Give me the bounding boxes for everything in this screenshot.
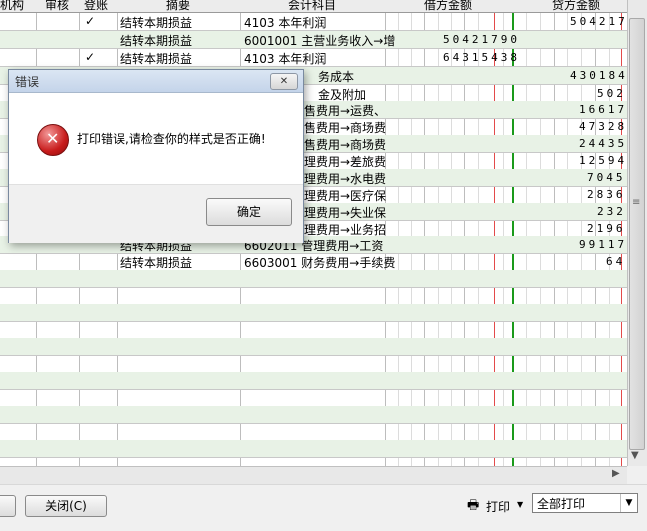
- summary-cell: 结转本期损益: [120, 256, 193, 270]
- empty-row[interactable]: [0, 287, 627, 305]
- header-posted[interactable]: 登账: [84, 0, 108, 13]
- account-cell: 理费用→失业保: [304, 206, 387, 220]
- account-cell: 务成本: [318, 70, 355, 84]
- empty-row[interactable]: [0, 270, 627, 288]
- credit-cell: 12594: [579, 154, 628, 167]
- horizontal-scrollbar[interactable]: [0, 466, 627, 484]
- debit-cell: 64315438: [443, 51, 520, 64]
- debit-cell: 50421790: [443, 33, 520, 46]
- chevron-down-icon[interactable]: ▼: [620, 494, 637, 512]
- account-cell: 4103 本年利润: [244, 52, 327, 66]
- credit-cell: 504217: [570, 15, 628, 28]
- summary-cell: 结转本期损益: [120, 52, 193, 66]
- credit-cell: 502: [597, 87, 626, 100]
- table-row[interactable]: ✓ 结转本期损益 4103 本年利润 64315438: [0, 49, 627, 67]
- credit-cell: 2196: [587, 222, 626, 235]
- print-label: 打印: [486, 500, 511, 514]
- dialog-title: 错误: [15, 75, 40, 89]
- table-row[interactable]: 结转本期损益 6001001 主营业务收入→增 50421790: [0, 31, 627, 49]
- account-cell: 4103 本年利润: [244, 16, 327, 30]
- error-icon: [37, 124, 69, 156]
- account-cell: 理费用→差旅费: [304, 155, 387, 169]
- table-row[interactable]: 结转本期损益 6603001 财务费用→手续费 64: [0, 253, 627, 271]
- print-button[interactable]: 🖶 打印 ▼: [467, 496, 527, 516]
- account-cell: 售费用→运费、: [304, 104, 387, 118]
- account-cell: 理费用→水电费: [304, 172, 387, 186]
- credit-cell: 7045: [587, 171, 626, 184]
- account-cell: 6603001 财务费用→手续费: [244, 256, 396, 270]
- summary-cell: 结转本期损益: [120, 34, 193, 48]
- empty-row[interactable]: [0, 304, 627, 322]
- chevron-down-icon: ▼: [517, 500, 524, 509]
- posted-check: ✓: [85, 50, 96, 64]
- empty-row[interactable]: [0, 338, 627, 356]
- scroll-down-icon[interactable]: ▼: [631, 450, 639, 461]
- header-credit[interactable]: 贷方金额: [552, 0, 600, 13]
- header-debit[interactable]: 借方金额: [424, 0, 472, 13]
- grid-header: 机构 审核 登账 摘要 会计科目 借方金额 贷方金额: [0, 0, 627, 13]
- credit-cell: 24435: [579, 137, 628, 150]
- empty-row[interactable]: [0, 355, 627, 373]
- credit-cell: 64: [606, 255, 626, 268]
- header-account[interactable]: 会计科目: [288, 0, 336, 13]
- dialog-titlebar[interactable]: 错误 ✕: [9, 70, 303, 93]
- empty-row[interactable]: [0, 389, 627, 407]
- partial-button[interactable]: [0, 495, 16, 517]
- vertical-scroll-thumb[interactable]: [629, 18, 645, 450]
- print-scope-value: 全部打印: [537, 497, 586, 511]
- account-cell: 售费用→商场费: [304, 138, 387, 152]
- header-org[interactable]: 机构: [0, 0, 24, 13]
- header-summary[interactable]: 摘要: [166, 0, 190, 13]
- credit-cell: 232: [597, 205, 626, 218]
- empty-row[interactable]: [0, 440, 627, 458]
- scroll-right-icon[interactable]: ▶: [612, 468, 620, 479]
- empty-row[interactable]: [0, 372, 627, 390]
- credit-cell: 47328: [579, 120, 628, 133]
- summary-cell: 结转本期损益: [120, 16, 193, 30]
- credit-cell: 430184: [570, 69, 628, 82]
- close-button[interactable]: 关闭(C): [25, 495, 107, 517]
- account-cell: 售费用→商场费: [304, 121, 387, 135]
- credit-cell: 16617: [579, 103, 628, 116]
- header-audit[interactable]: 审核: [45, 0, 69, 13]
- error-dialog: 错误 ✕ 打印错误,请检查你的样式是否正确! 确定: [8, 69, 304, 243]
- account-cell: 理费用→医疗保: [304, 189, 387, 203]
- ok-button[interactable]: 确定: [206, 198, 292, 226]
- empty-row[interactable]: [0, 423, 627, 441]
- empty-row[interactable]: [0, 321, 627, 339]
- credit-cell: 99117: [579, 238, 628, 251]
- dialog-button-bar: 确定: [9, 184, 303, 243]
- posted-check: ✓: [85, 14, 96, 28]
- table-row[interactable]: ✓ 结转本期损益 4103 本年利润 504217: [0, 13, 627, 31]
- close-icon[interactable]: ✕: [270, 73, 298, 90]
- printer-icon: 🖶: [467, 498, 480, 513]
- empty-row[interactable]: [0, 406, 627, 424]
- credit-cell: 2836: [587, 188, 626, 201]
- print-scope-select[interactable]: 全部打印 ▼: [532, 493, 638, 513]
- dialog-message: 打印错误,请检查你的样式是否正确!: [77, 132, 266, 146]
- account-cell: 6001001 主营业务收入→增: [244, 34, 396, 48]
